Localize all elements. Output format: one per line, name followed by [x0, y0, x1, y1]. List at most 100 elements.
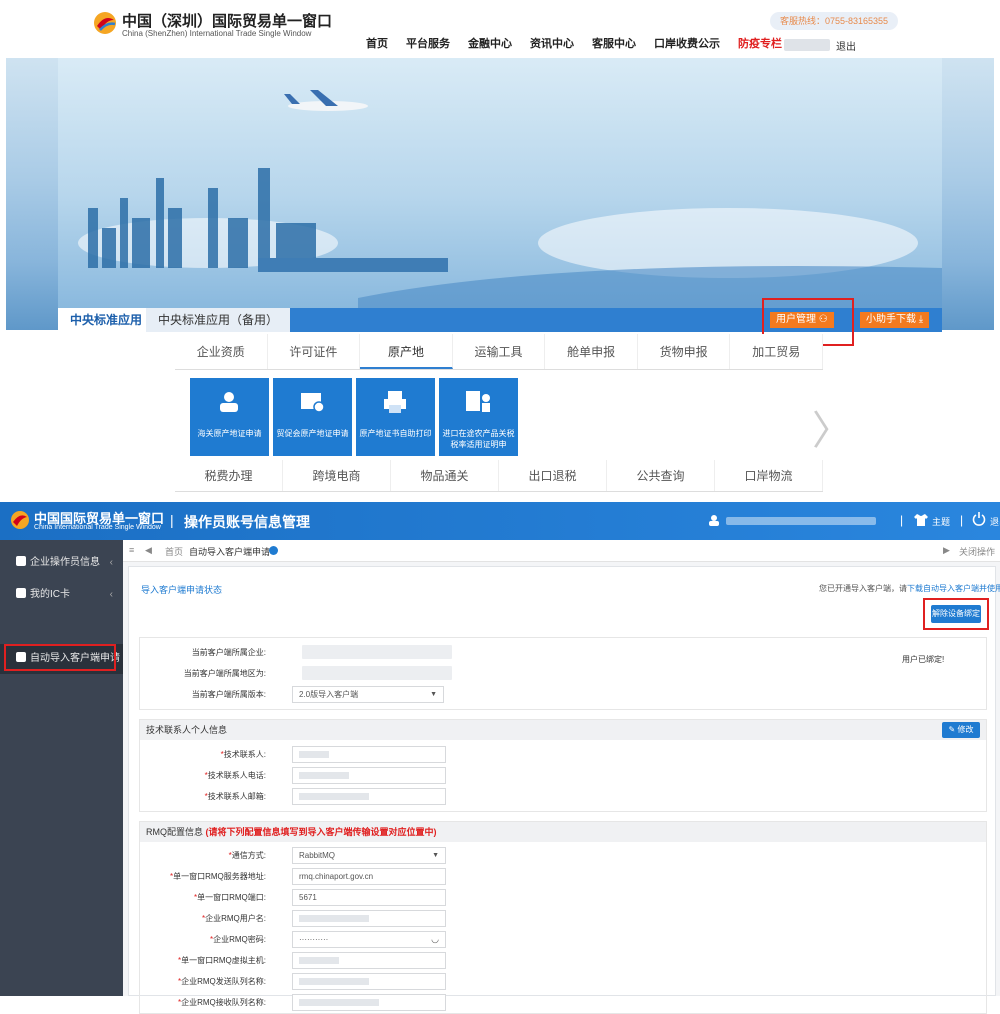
- hero-banner: [6, 58, 994, 330]
- carousel-next-arrow[interactable]: 〉: [812, 398, 852, 456]
- theme-button[interactable]: 主题: [932, 515, 950, 528]
- rmq-send-queue-input[interactable]: [292, 973, 446, 990]
- download-client-link[interactable]: 下载自动导入客户端并使用: [907, 584, 1000, 593]
- download-icon: ⤓: [918, 314, 924, 325]
- rmq-port-input[interactable]: 5671: [292, 889, 446, 906]
- logout-link[interactable]: 退出: [836, 38, 856, 53]
- close-tab-icon[interactable]: [269, 546, 278, 555]
- document-person-icon: [466, 391, 490, 412]
- edit-button-label: 修改: [957, 725, 974, 734]
- field-label: *技术联系人:: [221, 749, 266, 760]
- category-manifest[interactable]: 舱单申报: [545, 334, 638, 369]
- category-tabs-row-1: 企业资质 许可证件 原产地 运输工具 舱单申报 货物申报 加工贸易: [175, 334, 824, 370]
- admin-logo-subtitle: China International Trade Single Window: [34, 524, 161, 531]
- single-window-logo-icon: [11, 511, 29, 529]
- banner-image: [58, 58, 942, 308]
- client-region-value-blurred: [302, 666, 452, 680]
- category-goods-declaration[interactable]: 货物申报: [638, 334, 731, 369]
- field-label: *通信方式:: [229, 850, 266, 861]
- sidebar-item-enterprise-operators[interactable]: 企业操作员信息 ‹: [0, 548, 123, 578]
- blurred-value: [299, 793, 369, 801]
- tab-central-standard-backup[interactable]: 中央标准应用（备用）: [146, 308, 291, 332]
- section-header: RMQ配置信息 (请将下列配置信息填写到导入客户端传输设置对应位置中): [140, 822, 986, 842]
- tab-home[interactable]: 首页: [165, 545, 183, 558]
- tabs-forward-icon[interactable]: ▶: [943, 545, 950, 556]
- category-export-tax-refund[interactable]: 出口退税: [499, 460, 607, 491]
- category-origin[interactable]: 原产地: [360, 334, 453, 369]
- banner-scene-graphic: [88, 90, 942, 308]
- category-tax[interactable]: 税费办理: [175, 460, 283, 491]
- rmq-protocol-row: *通信方式: RabbitMQ ▼: [140, 845, 986, 866]
- portal-screen: 中国（深圳）国际贸易单一窗口 China (ShenZhen) Internat…: [0, 0, 1000, 492]
- power-icon[interactable]: [972, 512, 986, 526]
- portal-logo-subtitle: China (ShenZhen) International Trade Sin…: [122, 29, 312, 38]
- password-mask: ···········: [299, 935, 329, 944]
- rmq-server-input[interactable]: rmq.chinaport.gov.cn: [292, 868, 446, 885]
- field-label: *企业RMQ用户名:: [202, 913, 266, 924]
- tech-contact-phone-row: *技术联系人电话:: [140, 765, 986, 786]
- helper-download-label: 小助手下载: [866, 314, 916, 325]
- tile-customs-origin-cert[interactable]: 海关原产地证申请: [190, 378, 269, 456]
- field-label-text: 单一窗口RMQ虚拟主机:: [181, 956, 266, 965]
- edit-button[interactable]: ✎ 修改: [942, 722, 980, 738]
- field-label-text: 技术联系人电话:: [207, 771, 266, 780]
- nav-home[interactable]: 首页: [366, 35, 388, 51]
- select-value: 2.0版导入客户端: [299, 690, 359, 699]
- field-label-text: 企业RMQ密码:: [213, 935, 266, 944]
- tech-contact-email-input[interactable]: [292, 788, 446, 805]
- rmq-warning-text: (请将下列配置信息填写到导入客户端传输设置对应位置中): [205, 827, 437, 837]
- category-enterprise-qualification[interactable]: 企业资质: [175, 334, 268, 369]
- nav-news-center[interactable]: 资讯中心: [530, 35, 574, 51]
- exit-button[interactable]: 退出: [990, 515, 1000, 528]
- nav-platform-services[interactable]: 平台服务: [406, 35, 450, 51]
- field-label: *技术联系人邮箱:: [205, 791, 266, 802]
- category-permits[interactable]: 许可证件: [268, 334, 361, 369]
- category-goods-clearance[interactable]: 物品通关: [391, 460, 499, 491]
- tile-label: 贸促会原产地证申请: [276, 429, 349, 438]
- sidebar-item-my-ic-card[interactable]: 我的IC卡 ‹: [0, 580, 123, 610]
- user-info-blurred[interactable]: [726, 517, 876, 525]
- tile-agri-tariff-cert[interactable]: 进口在途农产品关税税率适用证明申: [439, 378, 518, 456]
- client-enabled-note: 您已开通导入客户端，请下载自动导入客户端并使用: [819, 583, 1000, 594]
- caret-down-icon: ▼: [430, 691, 437, 698]
- nav-finance-center[interactable]: 金融中心: [468, 35, 512, 51]
- tabs-back-icon[interactable]: ◀: [145, 545, 152, 556]
- helper-download-button[interactable]: 小助手下载 ⤓: [860, 312, 930, 328]
- nav-port-fees[interactable]: 口岸收费公示: [654, 35, 720, 51]
- chevron-left-icon: ‹: [109, 589, 113, 600]
- client-version-select[interactable]: 2.0版导入客户端 ▼: [292, 686, 444, 703]
- panel-title: 导入客户端申请状态: [141, 585, 223, 595]
- tab-central-standard[interactable]: 中央标准应用: [58, 308, 155, 332]
- certificate-icon: [301, 393, 325, 413]
- category-processing-trade[interactable]: 加工贸易: [730, 334, 824, 369]
- rmq-protocol-select[interactable]: RabbitMQ ▼: [292, 847, 446, 864]
- origin-app-tiles: 海关原产地证申请 贸促会原产地证申请 原产地证书自助打印 进口在途农产品关税税率…: [190, 378, 518, 456]
- title-divider: |: [170, 512, 174, 528]
- people-icon: [220, 392, 238, 412]
- nav-service-center[interactable]: 客服中心: [592, 35, 636, 51]
- category-transport[interactable]: 运输工具: [453, 334, 546, 369]
- tech-contact-phone-input[interactable]: [292, 767, 446, 784]
- close-operations-button[interactable]: 关闭操作: [959, 545, 995, 558]
- rmq-vhost-input[interactable]: [292, 952, 446, 969]
- rmq-password-input[interactable]: ··········· ◡: [292, 931, 446, 948]
- category-cross-border-ecommerce[interactable]: 跨境电商: [283, 460, 391, 491]
- field-label-text: 技术联系人邮箱:: [207, 792, 266, 801]
- tile-origin-self-print[interactable]: 原产地证书自助打印: [356, 378, 435, 456]
- field-label-text: 企业RMQ用户名:: [205, 914, 266, 923]
- field-label: 当前客户端所属企业:: [191, 648, 266, 657]
- tech-contact-name-input[interactable]: [292, 746, 446, 763]
- tile-ccpit-origin-cert[interactable]: 贸促会原产地证申请: [273, 378, 352, 456]
- tab-auto-import-client[interactable]: 自动导入客户端申请: [189, 545, 270, 558]
- category-public-query[interactable]: 公共查询: [607, 460, 715, 491]
- breadcrumb-tabs: ≡ ◀ 首页 自动导入客户端申请 ▶ 关闭操作: [123, 540, 1000, 562]
- eye-toggle-icon[interactable]: ◡: [431, 932, 439, 947]
- category-port-logistics[interactable]: 口岸物流: [715, 460, 823, 491]
- tile-label: 进口在途农产品关税税率适用证明申: [442, 429, 515, 449]
- rmq-receive-queue-input[interactable]: [292, 994, 446, 1011]
- section-header: 技术联系人个人信息 ✎ 修改: [140, 720, 986, 740]
- tile-label: 原产地证书自助打印: [359, 429, 432, 438]
- menu-toggle-icon[interactable]: ≡: [129, 545, 134, 555]
- rmq-username-input[interactable]: [292, 910, 446, 927]
- nav-epidemic-column[interactable]: 防疫专栏: [738, 35, 782, 51]
